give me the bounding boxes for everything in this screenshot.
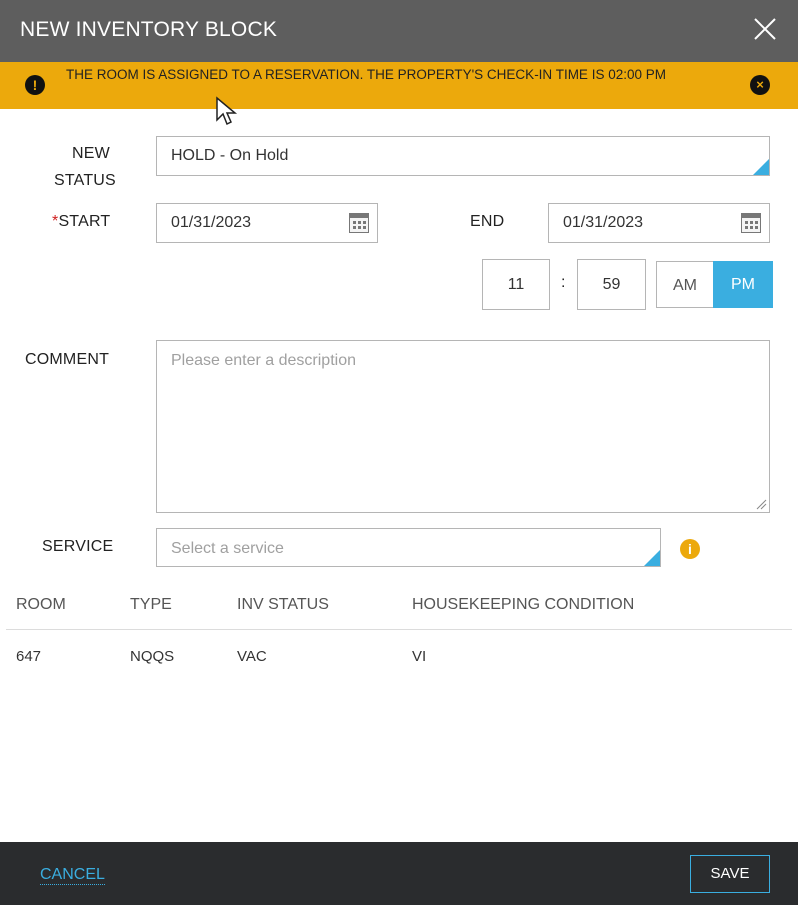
- close-icon[interactable]: [752, 16, 778, 42]
- comment-label: COMMENT: [25, 351, 110, 368]
- end-date-value: 01/31/2023: [563, 214, 644, 231]
- minute-input[interactable]: 59: [577, 259, 646, 310]
- column-header-type: TYPE: [130, 596, 172, 613]
- dialog-footer: CANCEL SAVE: [0, 842, 798, 905]
- service-label: SERVICE: [42, 538, 114, 555]
- dropdown-corner-icon: [644, 550, 660, 566]
- column-header-room: ROOM: [16, 596, 66, 613]
- service-select[interactable]: Select a service: [156, 528, 661, 567]
- warning-text: THE ROOM IS ASSIGNED TO A RESERVATION. T…: [66, 67, 666, 82]
- pm-toggle[interactable]: PM: [713, 261, 773, 308]
- room-cell: 647: [16, 648, 42, 665]
- new-status-value: HOLD - On Hold: [171, 147, 289, 164]
- column-header-inv-status: INV STATUS: [237, 596, 329, 613]
- end-date-input[interactable]: 01/31/2023: [548, 203, 770, 243]
- new-status-label: NEW STATUS: [53, 145, 116, 189]
- column-header-housekeeping: HOUSEKEEPING CONDITION: [412, 596, 635, 613]
- mouse-cursor-icon: [216, 96, 238, 126]
- service-placeholder: Select a service: [171, 540, 284, 557]
- start-date-value: 01/31/2023: [171, 214, 252, 231]
- dialog-header: NEW INVENTORY BLOCK: [0, 0, 798, 62]
- calendar-icon[interactable]: [741, 213, 761, 233]
- dropdown-corner-icon: [753, 159, 769, 175]
- am-toggle[interactable]: AM: [656, 261, 714, 308]
- inv-status-cell: VAC: [237, 648, 267, 665]
- new-status-select[interactable]: HOLD - On Hold: [156, 136, 770, 176]
- cancel-button[interactable]: CANCEL: [40, 866, 105, 885]
- start-label: *START: [52, 213, 111, 230]
- close-circle-icon[interactable]: ×: [750, 75, 770, 95]
- housekeeping-cell: VI: [412, 648, 427, 665]
- type-cell: NQQS: [130, 648, 175, 665]
- comment-placeholder: Please enter a description: [171, 352, 356, 369]
- exclamation-circle-icon: !: [25, 75, 45, 95]
- hour-input[interactable]: 11: [482, 259, 550, 310]
- dialog-title: NEW INVENTORY BLOCK: [20, 18, 278, 41]
- start-date-input[interactable]: 01/31/2023: [156, 203, 378, 243]
- time-separator: :: [561, 274, 566, 291]
- save-button[interactable]: SAVE: [690, 855, 770, 893]
- info-icon[interactable]: i: [680, 539, 700, 559]
- calendar-icon[interactable]: [349, 213, 369, 233]
- resize-handle-icon[interactable]: [755, 498, 767, 510]
- end-label: END: [470, 213, 505, 230]
- comment-textarea[interactable]: Please enter a description: [156, 340, 770, 513]
- warning-banner: ! THE ROOM IS ASSIGNED TO A RESERVATION.…: [0, 62, 798, 109]
- table-divider: [6, 629, 792, 630]
